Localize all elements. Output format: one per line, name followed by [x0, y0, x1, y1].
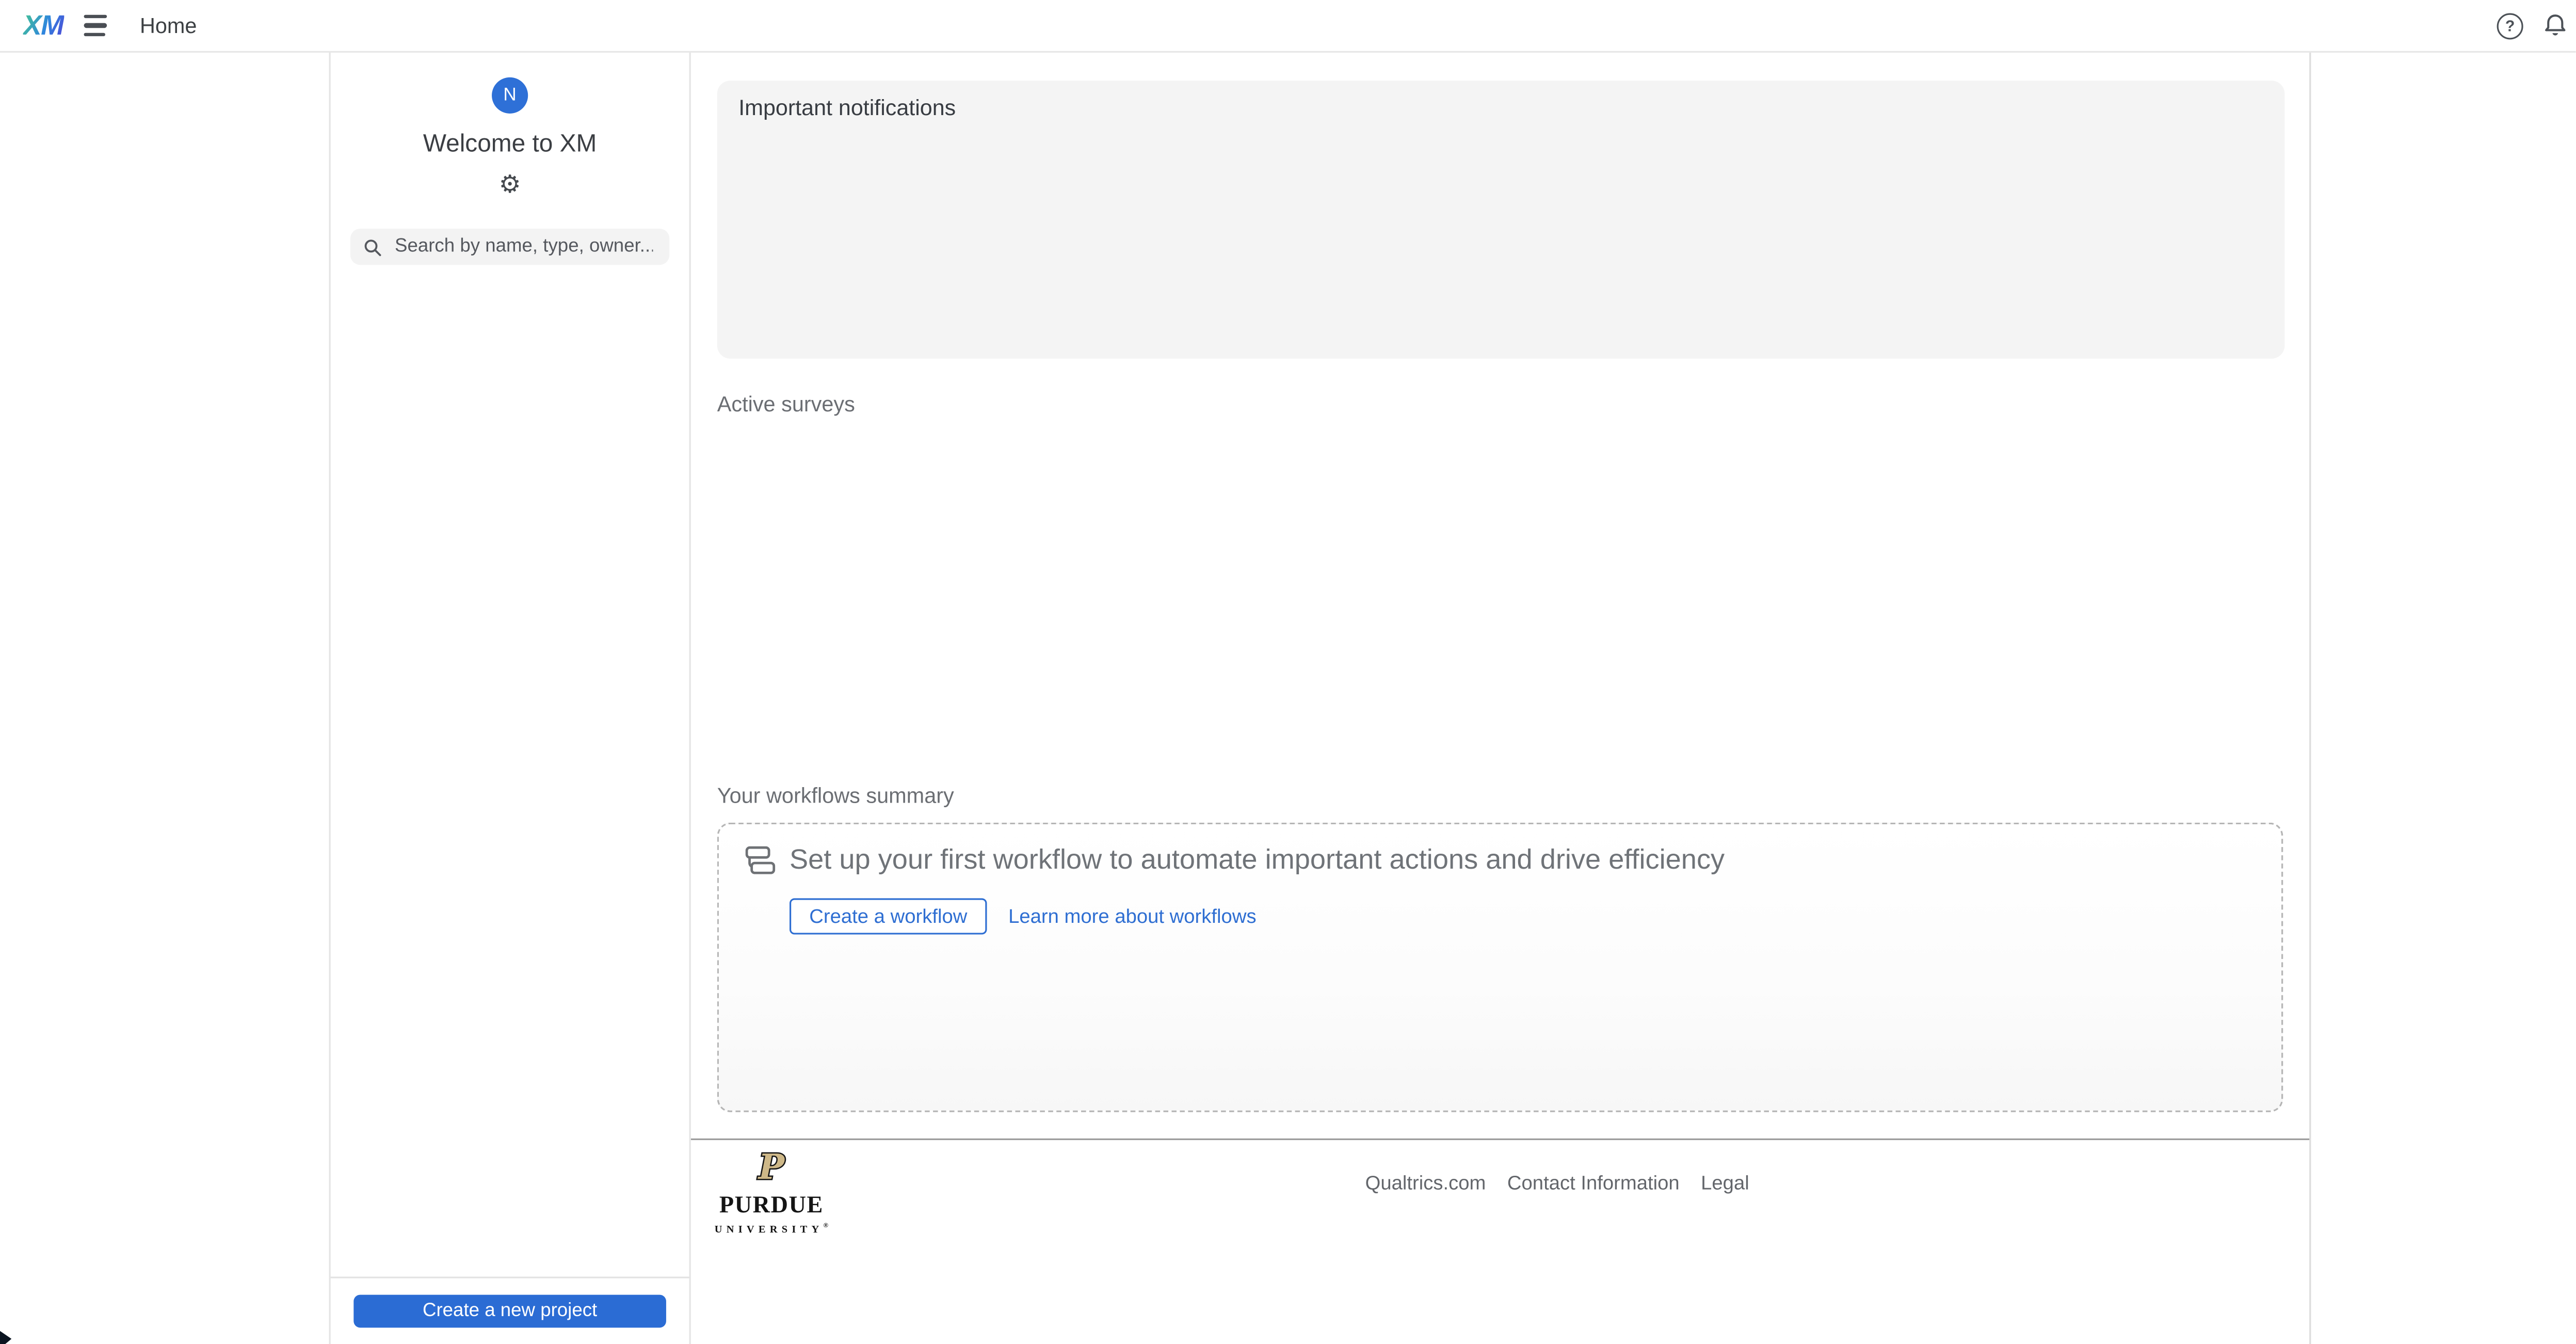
gear-icon[interactable]: ⚙ — [331, 173, 689, 198]
main-content: Important notifications Active surveys Y… — [691, 51, 2311, 1344]
purdue-subtitle: UNIVERSITY® — [714, 1221, 829, 1236]
notifications-title: Important notifications — [738, 95, 2263, 120]
important-notifications-panel: Important notifications — [717, 81, 2285, 359]
search-box[interactable] — [350, 229, 669, 265]
help-icon[interactable]: ? — [2497, 13, 2523, 40]
welcome-heading: Welcome to XM — [331, 130, 689, 158]
footer-link-legal[interactable]: Legal — [1701, 1172, 1749, 1195]
xm-logo[interactable]: XM — [23, 10, 63, 43]
workflows-empty-state: Set up your first workflow to automate i… — [717, 823, 2283, 1112]
avatar[interactable]: N — [492, 77, 528, 114]
footer-divider — [691, 1139, 2310, 1140]
mouse-cursor-artifact — [0, 1331, 11, 1344]
create-new-project-button[interactable]: Create a new project — [353, 1295, 666, 1328]
active-surveys-title: Active surveys — [717, 392, 855, 417]
bell-icon[interactable] — [2541, 11, 2569, 39]
learn-more-workflows-link[interactable]: Learn more about workflows — [1008, 905, 1257, 928]
create-workflow-button[interactable]: Create a workflow — [790, 898, 987, 934]
workflows-summary-title: Your workflows summary — [717, 783, 954, 808]
sidebar-footer: Create a new project — [331, 1277, 689, 1344]
registered-mark: ® — [824, 1221, 829, 1229]
purdue-p-mark: P — [747, 1147, 796, 1187]
footer-link-qualtrics[interactable]: Qualtrics.com — [1365, 1172, 1486, 1195]
svg-text:P: P — [758, 1147, 785, 1187]
hamburger-icon[interactable] — [84, 15, 107, 36]
workflows-headline: Set up your first workflow to automate i… — [790, 844, 1725, 877]
sidebar: N Welcome to XM ⚙ Create a new project — [329, 51, 691, 1344]
topbar: XM Home ? — [0, 0, 2576, 53]
qualtrics-home-page: XM Home ? N Welcome to XM ⚙ Create a new… — [0, 0, 2576, 1344]
footer-link-contact[interactable]: Contact Information — [1507, 1172, 1680, 1195]
purdue-logo: P PURDUE UNIVERSITY® — [714, 1147, 829, 1236]
help-glyph: ? — [2505, 17, 2515, 35]
workflows-actions: Create a workflow Learn more about workf… — [790, 898, 1257, 934]
footer-links: Qualtrics.com Contact Information Legal — [1365, 1172, 1749, 1195]
avatar-initial: N — [503, 86, 516, 105]
page-title: Home — [140, 0, 197, 51]
purdue-name: PURDUE — [714, 1194, 829, 1219]
workflow-icon — [744, 844, 777, 877]
search-icon — [363, 238, 381, 256]
search-input[interactable] — [392, 235, 656, 259]
